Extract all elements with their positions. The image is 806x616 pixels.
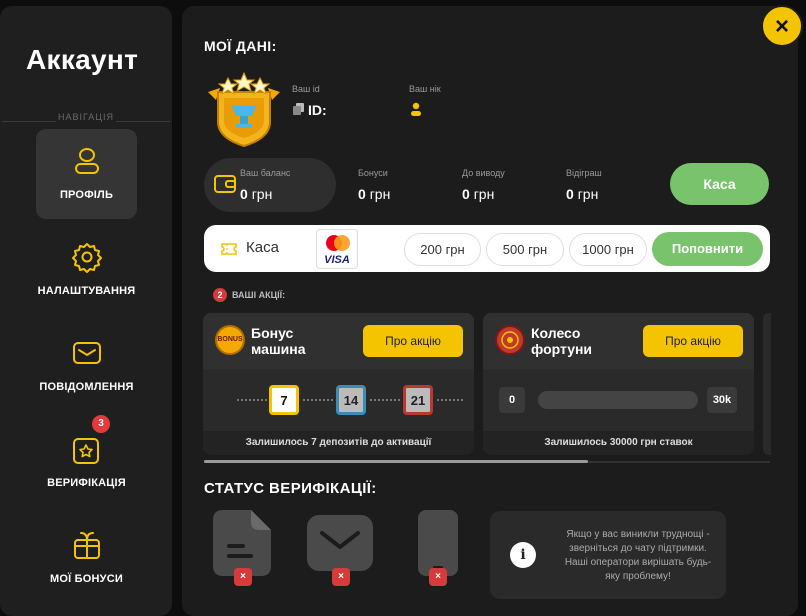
sidebar-item-profile[interactable]: ПРОФІЛЬ <box>36 129 137 219</box>
cashier-button[interactable]: Каса <box>670 163 769 205</box>
verification-count-badge: 3 <box>92 415 110 433</box>
withdraw-unit: грн <box>473 186 495 202</box>
dice-14: 14 <box>336 385 366 415</box>
gear-icon <box>72 243 102 273</box>
dots-divider <box>437 399 463 401</box>
balance-label: Ваш баланс <box>240 168 291 178</box>
ticket-icon <box>221 243 237 255</box>
nick-label: Ваш нік <box>409 84 441 94</box>
withdraw-label: До виводу <box>462 168 505 178</box>
phone-verify-box <box>418 510 458 576</box>
sidebar-title: Аккаунт <box>26 44 139 75</box>
promo-card-partial <box>763 313 771 455</box>
sidebar-item-label: ВЕРИФІКАЦІЯ <box>47 477 126 489</box>
balance-value: 0 <box>240 186 248 202</box>
account-modal: Аккаунт НАВІГАЦІЯ ПРОФІЛЬ НАЛАШТУВАННЯ П… <box>0 0 806 616</box>
promo-scroll-thumb[interactable] <box>204 460 588 463</box>
bonuses-unit: грн <box>369 186 391 202</box>
bonuses-label: Бонуси <box>358 168 388 178</box>
amount-500-button[interactable]: 500 грн <box>486 233 564 266</box>
support-help-box: i Якщо у вас виникли труднощі - зверніть… <box>490 511 726 599</box>
sidebar-item-label: ПРОФІЛЬ <box>59 189 114 201</box>
balance-main: Ваш баланс 0 грн <box>240 168 290 202</box>
email-verify-box <box>307 515 373 571</box>
document-status-badge: × <box>234 568 252 586</box>
promo-title: Бонус машина <box>251 325 305 357</box>
topup-button[interactable]: Поповнити <box>652 232 763 266</box>
info-icon: i <box>510 542 536 568</box>
payment-method-card[interactable]: VISA <box>316 229 358 269</box>
verification-heading: СТАТУС ВЕРИФІКАЦІЇ: <box>204 480 377 497</box>
promos-count-badge: 2 <box>213 288 227 302</box>
dice-7: 7 <box>269 385 299 415</box>
promo-footer: Залишилось 7 депозитів до активації <box>203 431 474 455</box>
close-button[interactable]: × <box>761 5 803 47</box>
mastercard-icon <box>326 235 350 251</box>
sidebar-item-label: НАЛАШТУВАННЯ <box>37 285 136 297</box>
promo-title-line2: машина <box>251 341 306 357</box>
dots-divider <box>303 399 333 401</box>
user-icon <box>75 148 99 174</box>
about-promo-button[interactable]: Про акцію <box>643 325 743 357</box>
gift-icon <box>74 532 100 559</box>
promo-title: Колесо фортуни <box>531 325 592 357</box>
withdraw-value: 0 <box>462 186 470 202</box>
id-label: Ваш id <box>292 84 320 94</box>
envelope-icon <box>73 342 101 364</box>
balance-wager: Відіграш 0 грн <box>566 168 602 202</box>
progress-max: 30k <box>707 387 737 413</box>
deposit-label: Каса <box>246 239 279 256</box>
dots-divider <box>237 399 267 401</box>
bonus-machine-logo-text: BONUS <box>217 336 243 343</box>
balance-bonuses: Бонуси 0 грн <box>358 168 390 202</box>
about-promo-button[interactable]: Про акцію <box>363 325 463 357</box>
bonus-machine-logo: BONUS <box>215 325 245 355</box>
progress-track <box>538 391 698 409</box>
user-id: ID: <box>308 102 327 118</box>
promo-card-fortune-wheel: Колесо фортуни Про акцію 0 30k Залишилось… <box>483 313 754 455</box>
balance-unit: грн <box>251 186 273 202</box>
email-icon <box>320 531 360 549</box>
sidebar-item-settings[interactable]: НАЛАШТУВАННЯ <box>36 225 137 315</box>
email-status-badge: × <box>332 568 350 586</box>
document-icon <box>213 510 271 576</box>
amount-1000-button[interactable]: 1000 грн <box>569 233 647 266</box>
support-help-text: Якщо у вас виникли труднощі - зверніться… <box>564 529 712 582</box>
balance-withdraw: До виводу 0 грн <box>462 168 505 202</box>
wager-value: 0 <box>566 186 574 202</box>
promos-heading: ВАШІ АКЦІЇ: <box>232 290 286 300</box>
visa-logo: VISA <box>324 254 350 266</box>
sidebar-item-label: ПОВІДОМЛЕННЯ <box>39 381 134 393</box>
sidebar-item-label: МОЇ БОНУСИ <box>50 573 123 585</box>
rank-badge-icon <box>208 71 280 148</box>
phone-status-badge: × <box>429 568 447 586</box>
user-icon <box>411 102 421 116</box>
promo-footer: Залишилось 30000 грн ставок <box>483 431 754 455</box>
promo-card-bonus-machine: BONUS Бонус машина Про акцію 7 14 21 Зали… <box>203 313 474 455</box>
sidebar: Аккаунт НАВІГАЦІЯ ПРОФІЛЬ НАЛАШТУВАННЯ П… <box>0 6 172 616</box>
amount-200-button[interactable]: 200 грн <box>404 233 481 266</box>
badge-star-icon <box>73 438 99 464</box>
promo-title-line2: фортуни <box>531 341 593 357</box>
bonuses-value: 0 <box>358 186 366 202</box>
dice-21: 21 <box>403 385 433 415</box>
progress-min: 0 <box>499 387 525 413</box>
sidebar-item-messages[interactable]: ПОВІДОМЛЕННЯ <box>36 321 137 411</box>
profile-heading: МОЇ ДАНІ: <box>204 38 277 54</box>
copy-icon[interactable] <box>293 103 304 115</box>
dots-divider <box>370 399 400 401</box>
wallet-icon <box>214 175 236 193</box>
wager-label: Відіграш <box>566 168 602 178</box>
wager-unit: грн <box>577 186 599 202</box>
nav-header: НАВІГАЦІЯ <box>0 112 172 122</box>
fortune-wheel-logo <box>495 325 525 355</box>
sidebar-item-bonuses[interactable]: МОЇ БОНУСИ <box>36 513 137 603</box>
promo-title-line1: Бонус <box>251 325 294 341</box>
deposit-bar: Каса VISA 200 грн 500 грн 1000 грн Попов… <box>204 225 770 272</box>
promo-title-line1: Колесо <box>531 325 581 341</box>
sidebar-item-verification[interactable]: 3 ВЕРИФІКАЦІЯ <box>36 415 137 507</box>
